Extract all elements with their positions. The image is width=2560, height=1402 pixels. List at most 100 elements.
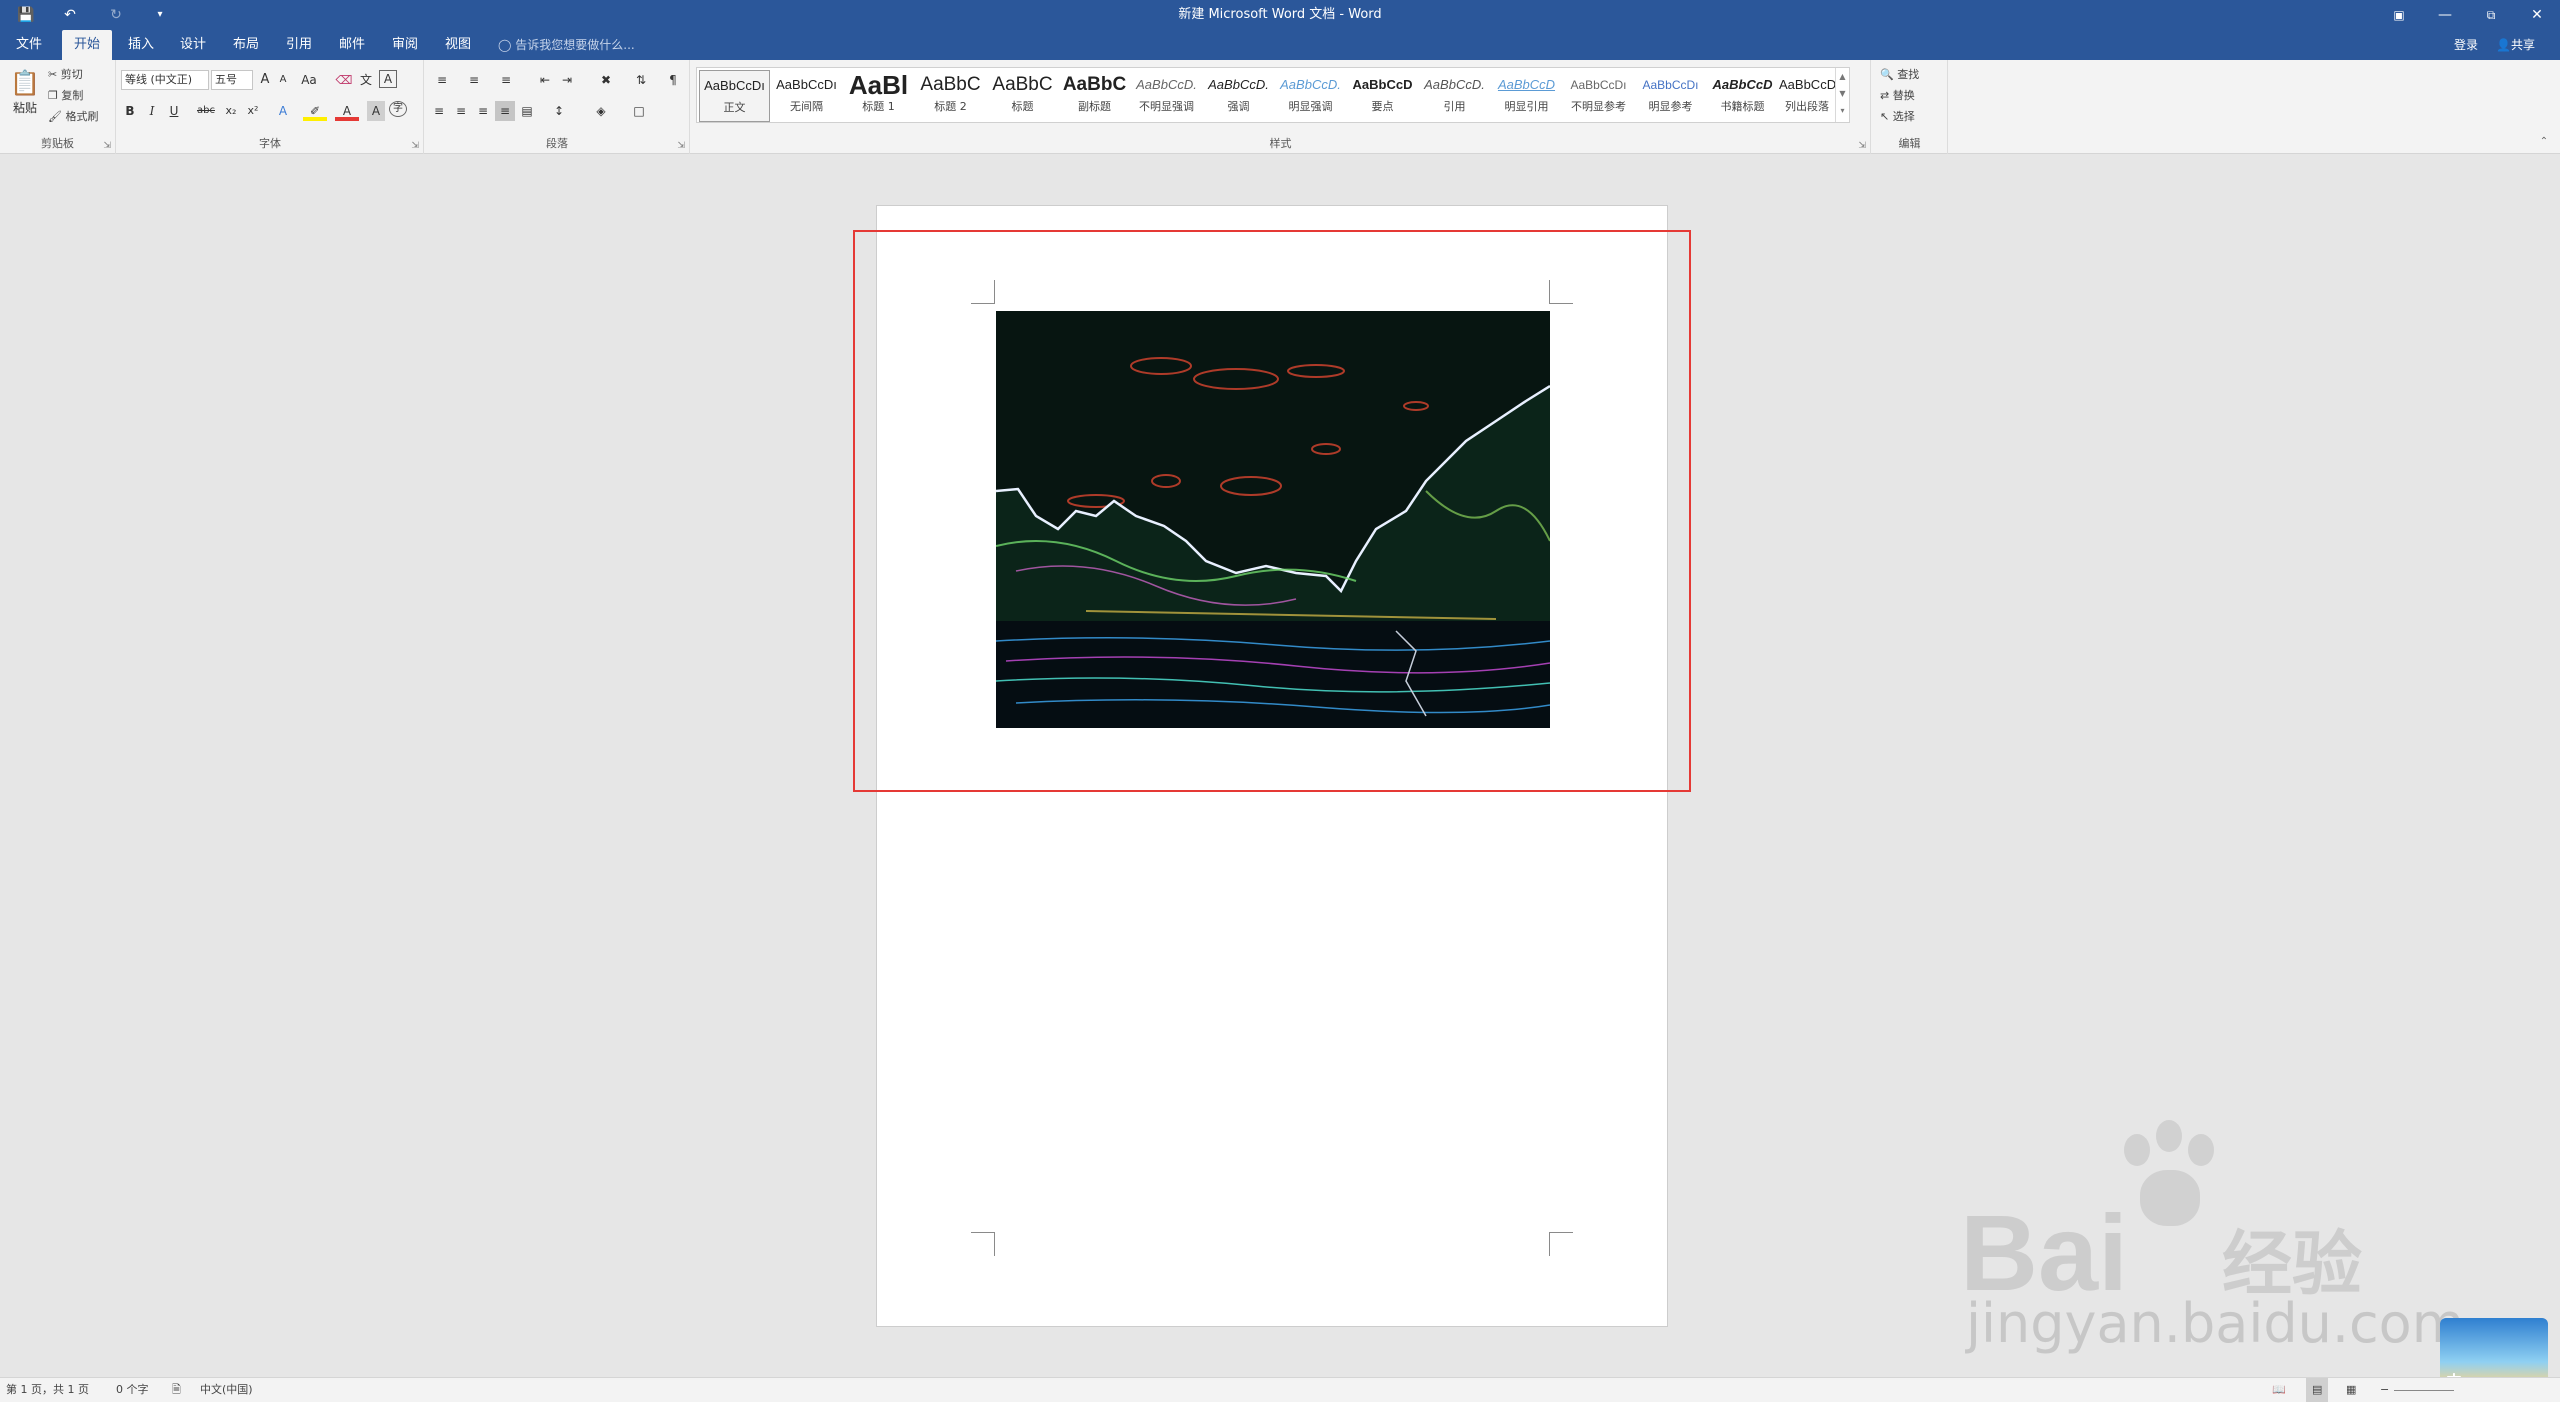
word-count[interactable]: 0 个字 (116, 1378, 149, 1402)
style-quote[interactable]: AaBbCcD. 引用 (1419, 70, 1490, 122)
signin-link[interactable]: 登录 (2454, 30, 2478, 60)
select-button[interactable]: ↖ 选择 (1880, 107, 1944, 127)
style-title[interactable]: AaBbC 标题 (987, 70, 1058, 122)
close-icon[interactable]: ✕ (2514, 0, 2560, 30)
char-shading-icon[interactable]: A (367, 101, 385, 121)
bold-button[interactable]: B (121, 101, 139, 121)
change-case-button[interactable]: Aa (297, 70, 321, 90)
style-intense-quote[interactable]: AaBbCcD 明显引用 (1491, 70, 1562, 122)
restore-icon[interactable]: ⧉ (2468, 0, 2514, 30)
shading-icon[interactable]: ◈ (587, 101, 615, 121)
enclose-char-icon[interactable]: 字 (389, 101, 407, 117)
zoom-out-icon[interactable]: − (2380, 1378, 2389, 1402)
borders-icon[interactable]: □ (625, 101, 653, 121)
tab-mailings[interactable]: 邮件 (327, 30, 377, 60)
font-name-box[interactable]: 等线 (中文正) (121, 70, 209, 90)
increase-indent-icon[interactable]: ⇥ (557, 70, 577, 90)
style-intense-reference[interactable]: AaBbCcDı 明显参考 (1635, 70, 1706, 122)
tab-design[interactable]: 设计 (168, 30, 218, 60)
proofing-icon[interactable]: 🗎 (172, 1378, 181, 1402)
customize-icon[interactable]: ▾ (150, 5, 170, 25)
paragraph-launcher-icon[interactable]: ⇲ (677, 141, 685, 151)
text-effects-icon[interactable]: A (271, 101, 295, 121)
highlight-icon[interactable]: ✐ (303, 101, 327, 121)
find-button[interactable]: 🔍 查找 (1880, 65, 1944, 85)
style-strong[interactable]: AaBbCcD 要点 (1347, 70, 1418, 122)
italic-button[interactable]: I (143, 101, 161, 121)
justify-icon[interactable]: ≡ (495, 101, 515, 121)
redo-icon[interactable]: ↻ (106, 5, 126, 25)
minimize-icon[interactable]: — (2422, 0, 2468, 30)
style-emphasis[interactable]: AaBbCcD. 强调 (1203, 70, 1274, 122)
lightbulb-icon: ◯ (498, 38, 512, 52)
clear-format-icon[interactable]: ⌫ (335, 70, 353, 90)
superscript-button[interactable]: x² (243, 101, 263, 121)
tell-me-box[interactable]: ◯ 告诉我您想要做什么... (498, 30, 635, 60)
tab-layout[interactable]: 布局 (221, 30, 271, 60)
print-layout-icon[interactable]: ▤ (2306, 1378, 2329, 1402)
editing-label: 编辑 (1898, 137, 1921, 150)
shrink-font-button[interactable]: A (275, 70, 291, 90)
copy-label: 复制 (61, 89, 84, 102)
font-launcher-icon[interactable]: ⇲ (411, 141, 419, 151)
align-center-icon[interactable]: ≡ (451, 101, 471, 121)
char-border-icon[interactable]: A (379, 70, 397, 88)
show-marks-icon[interactable]: ¶ (663, 70, 683, 90)
web-layout-icon[interactable]: ▦ (2346, 1378, 2356, 1402)
ribbon-display-icon[interactable]: ▣ (2376, 0, 2422, 30)
undo-icon[interactable]: ↶ (60, 5, 80, 25)
subscript-button[interactable]: x₂ (221, 101, 241, 121)
style-heading2[interactable]: AaBbC 标题 2 (915, 70, 986, 122)
underline-button[interactable]: U (165, 101, 183, 121)
gallery-more-icon[interactable]: ▾ (1836, 102, 1849, 119)
phonetic-icon[interactable]: 文 (357, 70, 375, 90)
zoom-slider[interactable] (2394, 1390, 2454, 1391)
save-icon[interactable]: 💾 (16, 5, 36, 25)
tab-view[interactable]: 视图 (433, 30, 483, 60)
gallery-scroll[interactable]: ▲ ▼ ▾ (1835, 68, 1849, 122)
grow-font-button[interactable]: A (257, 70, 273, 90)
styles-launcher-icon[interactable]: ⇲ (1858, 141, 1866, 151)
sort-icon[interactable]: ⇅ (631, 70, 651, 90)
chinese-layout-icon[interactable]: ✖ (593, 70, 619, 90)
language[interactable]: 中文(中国) (200, 1378, 253, 1402)
cut-button[interactable]: ✂ 剪切 (48, 65, 108, 85)
share-button[interactable]: 👤共享 (2496, 30, 2535, 60)
tab-home[interactable]: 开始 (62, 30, 112, 60)
paste-button[interactable]: 📋 粘贴 (8, 66, 42, 124)
style-intense-emphasis[interactable]: AaBbCcD. 明显强调 (1275, 70, 1346, 122)
dialog-launcher-icon[interactable]: ⇲ (103, 141, 111, 151)
replace-button[interactable]: ⇄ 替换 (1880, 86, 1944, 106)
bullets-icon[interactable]: ≡ (429, 70, 455, 90)
style-list-paragraph[interactable]: AaBbCcDı 列出段落 (1779, 70, 1835, 122)
copy-button[interactable]: ❐ 复制 (48, 86, 108, 106)
style-book-title[interactable]: AaBbCcD 书籍标题 (1707, 70, 1778, 122)
tab-insert[interactable]: 插入 (116, 30, 166, 60)
align-right-icon[interactable]: ≡ (473, 101, 493, 121)
strikethrough-button[interactable]: abc (195, 101, 217, 121)
style-subtle-emphasis[interactable]: AaBbCcD. 不明显强调 (1131, 70, 1202, 122)
scroll-up-icon[interactable]: ▲ (1836, 68, 1849, 85)
style-subtle-reference[interactable]: AaBbCcDı 不明显参考 (1563, 70, 1634, 122)
distributed-icon[interactable]: ▤ (517, 101, 537, 121)
style-heading1[interactable]: AaBl 标题 1 (843, 70, 914, 122)
style-subtitle[interactable]: AaBbC 副标题 (1059, 70, 1130, 122)
style-name: 无间隔 (790, 100, 823, 113)
page-count[interactable]: 第 1 页，共 1 页 (6, 1378, 89, 1402)
scroll-down-icon[interactable]: ▼ (1836, 85, 1849, 102)
collapse-ribbon-icon[interactable]: ⌃ (2536, 132, 2552, 152)
tab-references[interactable]: 引用 (274, 30, 324, 60)
font-color-icon[interactable]: A (335, 101, 359, 121)
style-no-spacing[interactable]: AaBbCcDı 无间隔 (771, 70, 842, 122)
line-spacing-icon[interactable]: ↕ (545, 101, 573, 121)
read-mode-icon[interactable]: 📖 (2272, 1378, 2286, 1402)
multilevel-list-icon[interactable]: ≡ (493, 70, 519, 90)
numbering-icon[interactable]: ≡ (461, 70, 487, 90)
align-left-icon[interactable]: ≡ (429, 101, 449, 121)
tab-review[interactable]: 审阅 (380, 30, 430, 60)
format-painter-button[interactable]: 🖌 格式刷 (48, 107, 114, 127)
decrease-indent-icon[interactable]: ⇤ (535, 70, 555, 90)
style-normal[interactable]: AaBbCcDı 正文 (699, 70, 770, 122)
tab-file[interactable]: 文件 (4, 30, 54, 60)
font-size-box[interactable]: 五号 (211, 70, 253, 90)
